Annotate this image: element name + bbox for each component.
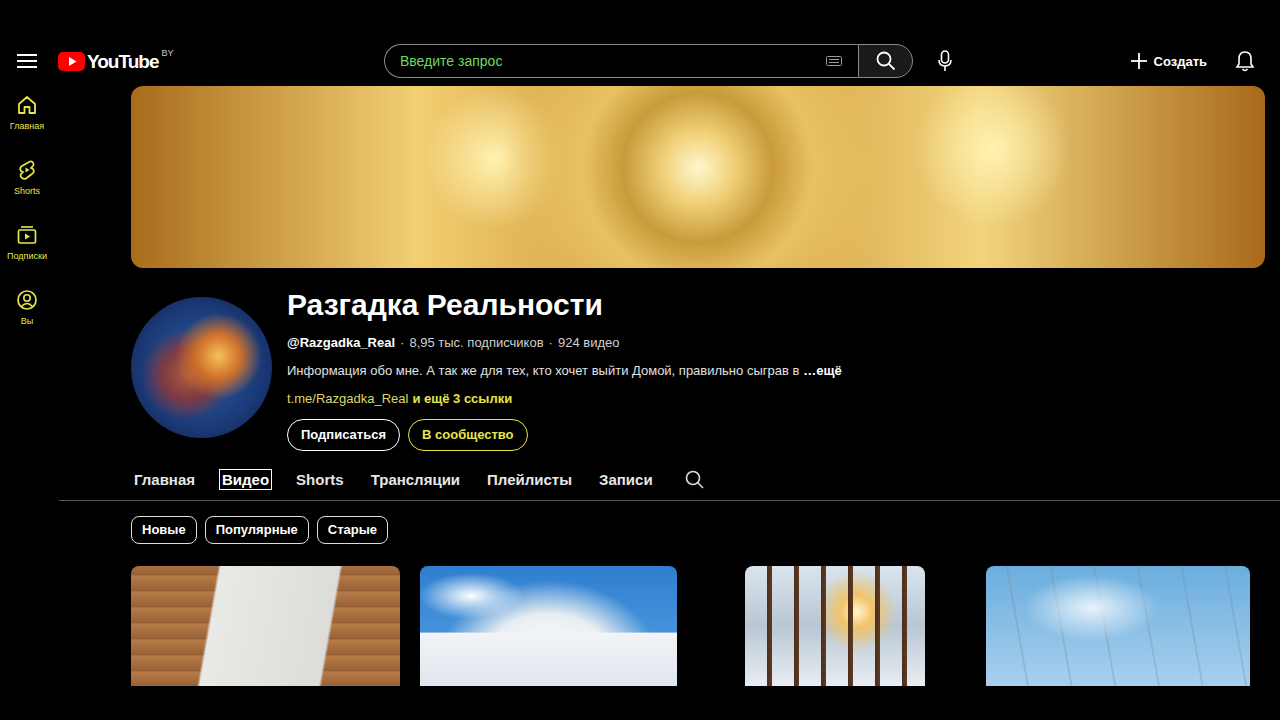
channel-meta: @Razgadka_Real·8,95 тыс. подписчиков·924…: [287, 333, 842, 353]
sidebar-label: Shorts: [14, 186, 40, 196]
tab[interactable]: Плейлисты: [484, 469, 575, 490]
search-input[interactable]: Введите запрос: [384, 44, 858, 78]
home-icon: [16, 94, 38, 116]
more-links[interactable]: и ещё 3 ссылки: [412, 389, 512, 409]
tab[interactable]: Shorts: [293, 469, 347, 490]
description-more[interactable]: …ещё: [803, 361, 841, 381]
channel-banner: [131, 86, 1265, 268]
shorts-icon: [16, 159, 38, 181]
video-grid: [131, 566, 1250, 686]
video-thumbnail[interactable]: [986, 566, 1250, 686]
meta-separator: ·: [549, 333, 553, 353]
plus-icon: [1130, 52, 1148, 70]
channel-avatar[interactable]: [131, 297, 272, 438]
search-button[interactable]: [858, 44, 913, 78]
channel-page: Разгадка Реальности@Razgadka_Real·8,95 т…: [59, 86, 1280, 686]
sidebar-label: Подписки: [7, 251, 47, 261]
channel-handle: @Razgadka_Real: [287, 333, 395, 353]
channel-name: Разгадка Реальности: [287, 289, 842, 321]
description-text: Информация обо мне. А так же для тех, кт…: [287, 361, 799, 381]
sort-chip[interactable]: Популярные: [205, 516, 309, 544]
subscriptions-icon: [16, 224, 38, 246]
subscriber-count: 8,95 тыс. подписчиков: [409, 333, 543, 353]
channel-links: t.me/Razgadka_Realи ещё 3 ссылки: [287, 389, 842, 409]
sidebar-item[interactable]: Главная: [0, 94, 54, 159]
tab[interactable]: Главная: [131, 469, 198, 490]
bell-icon[interactable]: [1235, 50, 1255, 72]
microphone-icon[interactable]: [937, 50, 953, 72]
channel-header: Разгадка Реальности@Razgadka_Real·8,95 т…: [131, 297, 1265, 451]
sort-chip[interactable]: Старые: [317, 516, 388, 544]
logo-text: YouTube: [87, 51, 158, 72]
sort-chips: Новые Популярные Старые: [131, 516, 1250, 544]
tab[interactable]: Трансляции: [368, 469, 463, 490]
sidebar-label: Главная: [10, 121, 44, 131]
telegram-link[interactable]: t.me/Razgadka_Real: [287, 389, 408, 409]
create-label: Создать: [1154, 54, 1207, 69]
youtube-logo[interactable]: YouTubeBY: [58, 51, 173, 72]
sidebar-label: Вы: [21, 316, 33, 326]
sidebar-item[interactable]: Shorts: [0, 159, 54, 224]
channel-search-icon[interactable]: [685, 470, 705, 490]
meta-separator: ·: [400, 333, 404, 353]
tab[interactable]: Записи: [596, 469, 656, 490]
video-thumbnail[interactable]: [131, 566, 400, 686]
sidebar-item[interactable]: Подписки: [0, 224, 54, 289]
search-bar: Введите запрос: [384, 44, 953, 78]
create-button[interactable]: Создать: [1130, 48, 1207, 74]
keyboard-icon[interactable]: [826, 56, 842, 66]
youtube-page: YouTubeBY Введите запрос Создать Главная Sho…: [0, 0, 1280, 720]
top-bar: YouTubeBY Введите запрос Создать: [0, 0, 1280, 78]
channel-description[interactable]: Информация обо мне. А так же для тех, кт…: [287, 361, 842, 381]
youtube-play-icon: [58, 52, 85, 71]
community-button[interactable]: В сообщество: [408, 419, 528, 451]
sidebar-item[interactable]: Вы: [0, 289, 54, 354]
tab[interactable]: Видео: [219, 469, 272, 490]
subscribe-button[interactable]: Подписаться: [287, 419, 400, 451]
video-thumbnail[interactable]: [420, 566, 677, 686]
hamburger-menu-icon[interactable]: [17, 53, 37, 69]
region-code: BY: [161, 48, 173, 58]
sidebar: Главная Shorts Подписки Вы: [0, 86, 59, 686]
sort-chip[interactable]: Новые: [131, 516, 197, 544]
search-placeholder: Введите запрос: [400, 53, 502, 69]
video-count: 924 видео: [558, 333, 620, 353]
video-thumbnail[interactable]: [745, 566, 925, 686]
you-icon: [16, 289, 38, 311]
search-icon: [876, 51, 896, 71]
channel-tabs: Главная Видео Shorts Трансляции Плейлисты Зап…: [59, 459, 1280, 501]
